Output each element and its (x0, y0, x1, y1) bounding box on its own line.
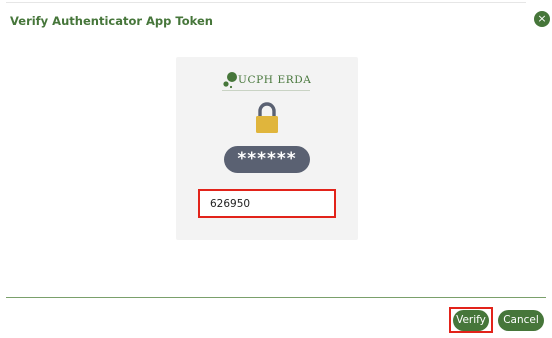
close-button[interactable]: × (534, 11, 550, 27)
cancel-button[interactable]: Cancel (498, 310, 544, 331)
token-card: UCPH ERDA ****** (176, 57, 358, 240)
password-mask-badge: ****** (224, 146, 310, 173)
logo-text: UCPH ERDA (238, 74, 312, 86)
top-divider (6, 2, 526, 3)
token-input[interactable] (198, 189, 336, 218)
ucph-logo-icon (223, 72, 237, 89)
close-icon: × (537, 12, 547, 25)
padlock-icon (256, 102, 278, 133)
footer-divider (6, 297, 546, 298)
logo-underline (222, 90, 310, 91)
verify-button[interactable]: Verify (453, 310, 489, 331)
ucph-logo: UCPH ERDA (222, 70, 312, 90)
dialog-title: Verify Authenticator App Token (10, 14, 213, 28)
